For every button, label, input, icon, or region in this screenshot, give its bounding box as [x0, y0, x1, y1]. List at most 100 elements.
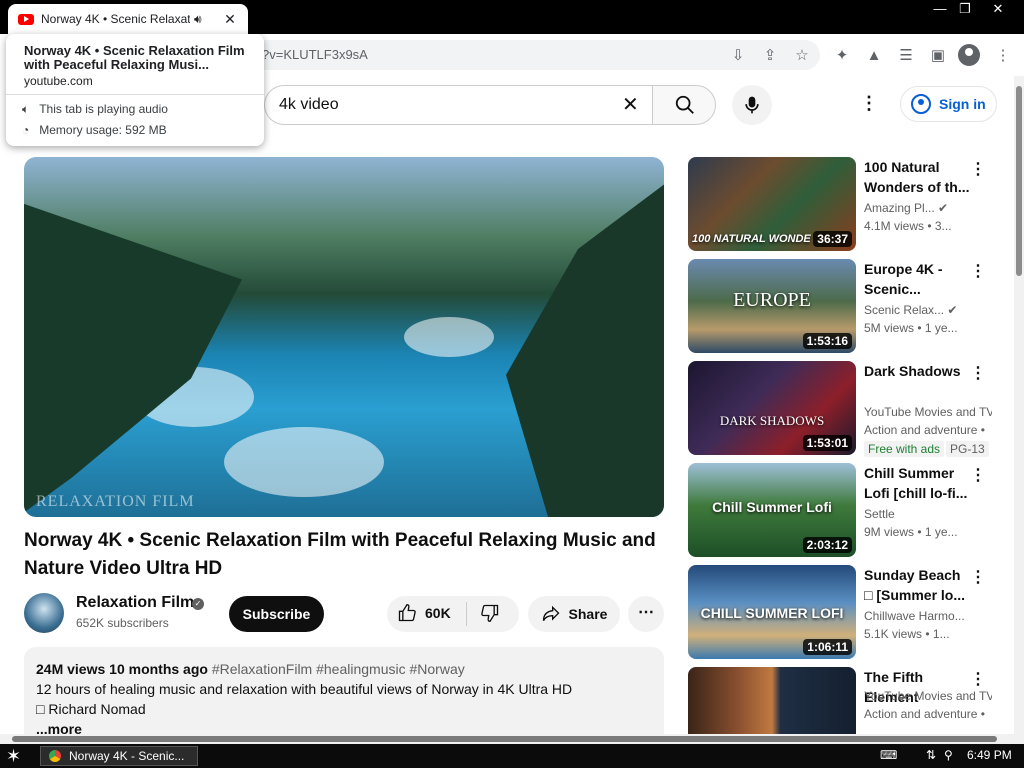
hover-card-title: Norway 4K • Scenic Relaxation Film with … [24, 43, 245, 72]
rec-thumbnail[interactable]: Chill Summer Lofi 2:03:12 [688, 463, 856, 557]
video-title: Norway 4K • Scenic Relaxation Film with … [24, 530, 656, 579]
clear-search-icon[interactable]: ✕ [622, 95, 639, 115]
subscriber-count: 652K subscribers [76, 616, 169, 630]
rec-more-icon[interactable]: ⋮ [970, 363, 986, 383]
rec-duration: 1:53:01 [802, 435, 852, 451]
rec-thumbnail[interactable]: DARK SHADOWS 1:53:01 [688, 361, 856, 455]
recommendation-item[interactable]: DARK SHADOWS 1:53:01 Dark Shadows YouTub… [688, 361, 1004, 457]
youtube-page: 4k video ✕ ⋮ Sign in RELAXATION FILM Nor… [0, 76, 1014, 734]
share-arrow-icon [542, 605, 559, 621]
recommendation-item[interactable]: EUROPE 1:53:16 Europe 4K - Scenic... Sce… [688, 259, 1004, 353]
settings-more-icon[interactable]: ⋮ [860, 93, 878, 114]
more-actions-icon[interactable]: ⋯ [628, 596, 664, 632]
browser-menu-icon[interactable]: ⋮ [992, 44, 1014, 66]
tab-active[interactable]: Norway 4K • Scenic Relaxation 🔊︎ ✕ [8, 4, 248, 34]
video-player[interactable]: RELAXATION FILM [24, 157, 664, 517]
sign-in-button[interactable]: Sign in [900, 86, 997, 122]
speaker-icon: 🔈︎ [22, 102, 30, 116]
side-panel-icon[interactable]: ▣ [927, 44, 949, 66]
rec-meta: 5M views • 1 ye... [864, 321, 958, 335]
dislike-button[interactable] [480, 603, 500, 628]
voice-search-button[interactable] [732, 85, 772, 125]
rec-more-icon[interactable]: ⋮ [970, 261, 986, 281]
keyboard-icon[interactable]: ⌨ [880, 748, 897, 762]
rec-meta: Action and adventure • [864, 423, 985, 437]
thumbs-up-icon [398, 603, 416, 622]
rec-thumbnail[interactable]: 100 NATURAL WONDE 36:37 [688, 157, 856, 251]
rec-channel: Scenic Relax... ✔ [864, 303, 958, 317]
install-app-icon[interactable]: ⇩ [727, 44, 749, 66]
close-tab-icon[interactable]: ✕ [222, 11, 238, 28]
recommendation-item[interactable]: 100 NATURAL WONDE 36:37 100 Natural Wond… [688, 157, 1004, 251]
recommendation-item[interactable]: CHILL SUMMER LOFI 1:06:11 Sunday Beach □… [688, 565, 1004, 659]
horizontal-scrollbar[interactable] [0, 734, 1024, 744]
media-queue-icon[interactable]: ☰ [895, 44, 917, 66]
hover-card-domain: youtube.com [24, 74, 93, 88]
cloud-reflection [224, 427, 384, 497]
clock[interactable]: 6:49 PM [967, 748, 1012, 762]
vertical-scroll-thumb[interactable] [1016, 86, 1022, 276]
recommendation-item[interactable]: Chill Summer Lofi 2:03:12 Chill Summer L… [688, 463, 1004, 557]
rec-thumbnail[interactable]: CHILL SUMMER LOFI 1:06:11 [688, 565, 856, 659]
like-count: 60K [425, 605, 451, 621]
restore-button[interactable]: ❐ [950, 0, 980, 18]
like-button[interactable]: 60K [397, 603, 451, 623]
share-label: Share [568, 606, 608, 622]
channel-name[interactable]: Relaxation Film [76, 594, 194, 612]
hover-card-memory-row: ◔ Memory usage: 592 MB [22, 123, 167, 137]
rec-more-icon[interactable]: ⋮ [970, 159, 986, 179]
rec-channel: Chillwave Harmo... [864, 609, 965, 623]
rec-channel: Amazing Pl... ✔ [864, 201, 949, 215]
rec-more-icon[interactable]: ⋮ [970, 465, 986, 485]
hashtags[interactable]: #RelaxationFilm #healingmusic #Norway [212, 661, 465, 677]
search-input[interactable]: 4k video [264, 85, 652, 125]
bookmark-star-icon[interactable]: ☆ [791, 44, 813, 66]
rec-title: Dark Shadows [864, 363, 961, 379]
horizontal-scroll-thumb[interactable] [12, 736, 997, 742]
user-circle-icon [911, 94, 931, 114]
search-tray-icon[interactable]: ⚲ [944, 748, 953, 762]
tab-hover-card: Norway 4K • Scenic Relaxation Film with … [6, 34, 264, 146]
tab-strip: Norway 4K • Scenic Relaxation 🔊︎ ✕ — ❐ ✕ [0, 0, 1024, 34]
rec-more-icon[interactable]: ⋮ [970, 669, 986, 689]
rec-duration: 1:06:11 [803, 639, 852, 655]
show-more-link[interactable]: ...more [36, 719, 652, 734]
description-box[interactable]: 24M views 10 months ago #RelaxationFilm … [24, 647, 664, 734]
url-text[interactable]: ?v=KLUTLF3x9sA [262, 47, 368, 62]
rec-channel: YouTube Movies and TV [864, 405, 992, 419]
rec-more-icon[interactable]: ⋮ [970, 567, 986, 587]
rec-thumbnail[interactable]: EUROPE 1:53:16 [688, 259, 856, 353]
free-with-ads-badge: Free with ads [864, 441, 945, 457]
rec-title: Europe 4K - Scenic... [864, 261, 943, 297]
close-window-button[interactable]: ✕ [983, 0, 1013, 18]
rec-thumbnail[interactable] [688, 667, 856, 734]
recommendation-item[interactable]: The Fifth Element YouTube Movies and TV … [688, 667, 1004, 734]
gauge-icon: ◔ [22, 123, 30, 137]
cloud-reflection [404, 317, 494, 357]
speaker-icon[interactable]: 🔊︎ [194, 12, 212, 27]
extensions-icon[interactable]: ✦ [831, 44, 853, 66]
microphone-icon [745, 96, 759, 114]
hover-card-divider [6, 94, 264, 95]
os-taskbar: ✶ Norway 4K - Scenic... ⌨ ⇅ ⚲ 6:49 PM [0, 744, 1024, 768]
rec-duration: 2:03:12 [802, 537, 852, 553]
rec-meta: 5.1K views • 1... [864, 627, 950, 641]
rec-title: Sunday Beach □ [Summer lo... [864, 567, 966, 603]
taskbar-chrome-button[interactable]: Norway 4K - Scenic... [40, 746, 198, 766]
labs-flask-icon[interactable]: ▲ [863, 44, 885, 66]
rec-thumb-text: CHILL SUMMER LOFI [700, 605, 844, 621]
vertical-scrollbar[interactable] [1014, 76, 1024, 734]
search-button[interactable] [652, 85, 716, 125]
verified-check-icon: ✔ [947, 303, 958, 317]
profile-avatar-icon[interactable] [958, 44, 980, 66]
hover-card-audio-text: This tab is playing audio [39, 102, 168, 116]
rec-duration: 36:37 [813, 231, 852, 247]
share-button[interactable]: Share [528, 596, 620, 632]
share-page-icon[interactable]: ⇪ [759, 44, 781, 66]
start-menu-icon[interactable]: ✶ [6, 746, 21, 766]
channel-avatar[interactable] [24, 593, 64, 633]
rec-title: Chill Summer Lofi [chill lo-fi... [864, 465, 968, 501]
subscribe-button[interactable]: Subscribe [229, 596, 324, 632]
verified-check-icon: ✔ [938, 201, 949, 215]
network-icon[interactable]: ⇅ [926, 748, 936, 762]
